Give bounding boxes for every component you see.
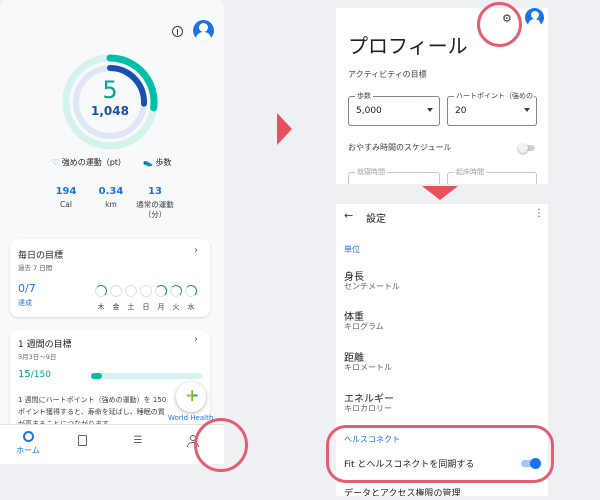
steps-value: 1,048 (91, 104, 129, 118)
nav-home[interactable]: ホーム (0, 431, 56, 456)
steps-legend: 👟 歩数 (143, 157, 172, 168)
calories-value: 194 (55, 186, 77, 197)
weight-setting[interactable]: 体重 キログラム (336, 306, 548, 334)
wake-time-field[interactable]: 起床時間 (447, 167, 537, 184)
activity-goals-header: アクティビティの目標 (348, 70, 427, 79)
weekly-goal-value: 150 (33, 370, 51, 380)
heart-icon: ♡ (52, 158, 60, 167)
day-ring (110, 285, 122, 297)
heart-points-label: 強めの運動（pt） (61, 158, 126, 167)
day-ring (140, 285, 152, 297)
heart-points-legend: ♡ 強めの運動（pt） (52, 157, 126, 168)
wake-time-label: 起床時間 (454, 167, 486, 177)
height-unit: センチメートル (344, 282, 400, 291)
arrow-down-icon (422, 186, 458, 200)
arrow-right-icon (277, 113, 292, 145)
steps-goal-label: 歩数 (355, 91, 373, 101)
chevron-right-icon[interactable]: › (194, 334, 198, 345)
plus-icon: + (185, 386, 200, 406)
daily-achieved-label: 達成 (18, 299, 32, 307)
height-setting[interactable]: 身長 センチメートル (336, 266, 548, 294)
bedtime-field[interactable]: 就寝時間 (348, 167, 440, 184)
clipboard-icon (77, 435, 87, 446)
daily-goal-title: 毎日の目標 (18, 251, 64, 261)
settings-gear-highlight (477, 2, 522, 47)
day-ring (125, 285, 137, 297)
day-label: 木 (97, 303, 105, 311)
day-label: 土 (127, 303, 135, 311)
nav-home-label: ホーム (16, 446, 40, 455)
daily-goal-card[interactable]: 毎日の目標 過去 7 日間 › 0/7 達成 木 金 土 日 月 火 水 (10, 239, 210, 317)
steps-goal-select[interactable]: 歩数 5,000 (348, 91, 440, 126)
move-minutes-label: 通常の運動（分） (136, 200, 174, 219)
shoe-icon: 👟 (143, 158, 153, 167)
dropdown-arrow-icon (524, 108, 530, 112)
calories-label: Cal (60, 200, 72, 209)
add-fab[interactable]: + (176, 382, 206, 412)
weight-unit: キログラム (344, 322, 384, 331)
avatar[interactable] (525, 8, 544, 27)
dropdown-arrow-icon (427, 108, 433, 112)
weekly-progress-bar (91, 373, 202, 379)
daily-goal-sub: 過去 7 日間 (18, 264, 53, 272)
day-label: 水 (187, 303, 195, 311)
manage-data-item[interactable]: データとアクセス権限の管理 (344, 486, 461, 496)
heart-points-value: 5 (102, 76, 118, 104)
health-connect-highlight (326, 425, 554, 483)
profile-tab-highlight (194, 418, 248, 472)
info-icon[interactable] (172, 26, 183, 37)
move-minutes-value: 13 (148, 186, 162, 197)
day-label: 火 (172, 303, 180, 311)
day-ring (170, 285, 182, 297)
heart-points-goal-label: ハートポイント（強めの... (454, 91, 534, 101)
weekly-goal-dates: 3月3日～9日 (18, 353, 57, 361)
distance-setting[interactable]: 距離 キロメートル (336, 347, 548, 375)
list-icon: ☰ (133, 435, 143, 446)
steps-label: 歩数 (155, 158, 172, 167)
distance-value: 0.34 (98, 186, 124, 197)
bottom-nav: ホーム ☰ (0, 424, 224, 464)
weekly-progress-value: 15 (18, 369, 31, 380)
bedtime-schedule-label: おやすみ時間のスケジュール (348, 143, 452, 152)
bedtime-schedule-toggle[interactable] (518, 143, 535, 153)
day-label: 金 (112, 303, 120, 311)
steps-goal-value: 5,000 (356, 106, 382, 116)
weekly-goal-title: 1 週間の目標 (18, 340, 72, 350)
energy-setting[interactable]: エネルギー キロカロリー (336, 388, 548, 416)
page-title: 設定 (366, 214, 386, 225)
bedtime-label: 就寝時間 (355, 167, 387, 177)
units-header: 単位 (344, 245, 360, 254)
avatar[interactable] (193, 20, 214, 41)
weekly-progress: 15/150 (18, 369, 51, 380)
day-ring (185, 285, 197, 297)
page-title: プロフィール (348, 34, 468, 58)
distance-unit: キロメートル (344, 363, 392, 372)
fit-home-screen: 5 1,048 ♡ 強めの運動（pt） 👟 歩数 194 Cal 0.34 km… (0, 0, 224, 464)
back-arrow-icon[interactable]: ← (344, 209, 353, 222)
day-ring (95, 285, 107, 297)
heart-points-goal-value: 20 (455, 106, 467, 116)
daily-achieved-value: 0/7 (18, 282, 36, 295)
day-label: 月 (157, 303, 165, 311)
energy-unit: キロカロリー (344, 404, 392, 413)
day-ring (155, 285, 167, 297)
weekly-progress-fill (91, 373, 103, 379)
nav-browse[interactable]: ☰ (110, 436, 166, 446)
chevron-right-icon[interactable]: › (194, 245, 198, 256)
nav-journal[interactable] (54, 435, 110, 446)
day-label: 日 (142, 303, 150, 311)
home-icon (22, 431, 34, 442)
distance-label: km (105, 200, 117, 209)
heart-points-goal-select[interactable]: ハートポイント（強めの... 20 (447, 91, 537, 126)
more-vert-icon[interactable]: ⋮ (534, 209, 544, 219)
